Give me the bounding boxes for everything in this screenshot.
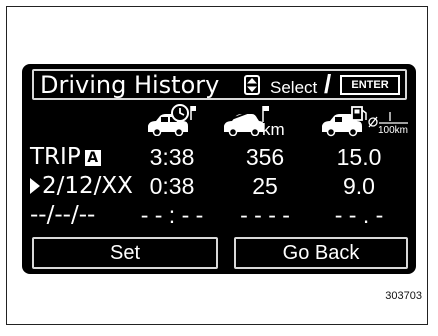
driving-time-value: 3:38 xyxy=(149,144,195,170)
go-back-button[interactable]: Go Back xyxy=(234,237,408,269)
svg-text:100km: 100km xyxy=(378,125,408,136)
figure-code: 303703 xyxy=(385,290,422,302)
fuel-consumption-value: 15.0 xyxy=(336,144,382,170)
table-row[interactable]: 2/12/XX 0:38 25 9.0 xyxy=(22,173,416,199)
enter-key-icon: ENTER xyxy=(340,75,400,95)
selection-cursor-icon xyxy=(30,178,40,194)
page-title: Driving History xyxy=(40,71,220,99)
fuel-consumption-value: 9.0 xyxy=(343,173,375,199)
history-date-label: --/--/-- xyxy=(30,202,96,228)
distance-value: 356 xyxy=(245,144,285,170)
select-label: Select xyxy=(270,78,318,97)
separator-slash: / xyxy=(324,69,332,99)
distance-value: 25 xyxy=(252,173,278,199)
header-bar: Driving History Select / ENTER xyxy=(32,69,407,100)
distance-value: - - - - xyxy=(240,202,290,228)
history-date-label: 2/12/XX xyxy=(30,173,133,199)
car-fuel-pump-icon: 100km xyxy=(322,106,408,137)
fuel-consumption-value: - - . - xyxy=(334,202,384,228)
trip-a-badge: A xyxy=(84,150,101,166)
distance-unit-label: km xyxy=(262,120,285,139)
display-screen: Driving History Select / ENTER km 100km … xyxy=(22,64,416,274)
trip-label: TRIP A xyxy=(30,144,101,170)
up-down-select-icon xyxy=(244,75,260,95)
driving-time-value: - - : - - xyxy=(140,202,204,228)
set-button[interactable]: Set xyxy=(32,237,218,269)
driving-time-value: 0:38 xyxy=(149,173,195,199)
car-clock-flag-icon xyxy=(148,104,196,136)
table-row[interactable]: --/--/-- - - : - - - - - - - - . - xyxy=(22,202,416,228)
table-row[interactable]: TRIP A 3:38 356 15.0 xyxy=(22,144,416,170)
